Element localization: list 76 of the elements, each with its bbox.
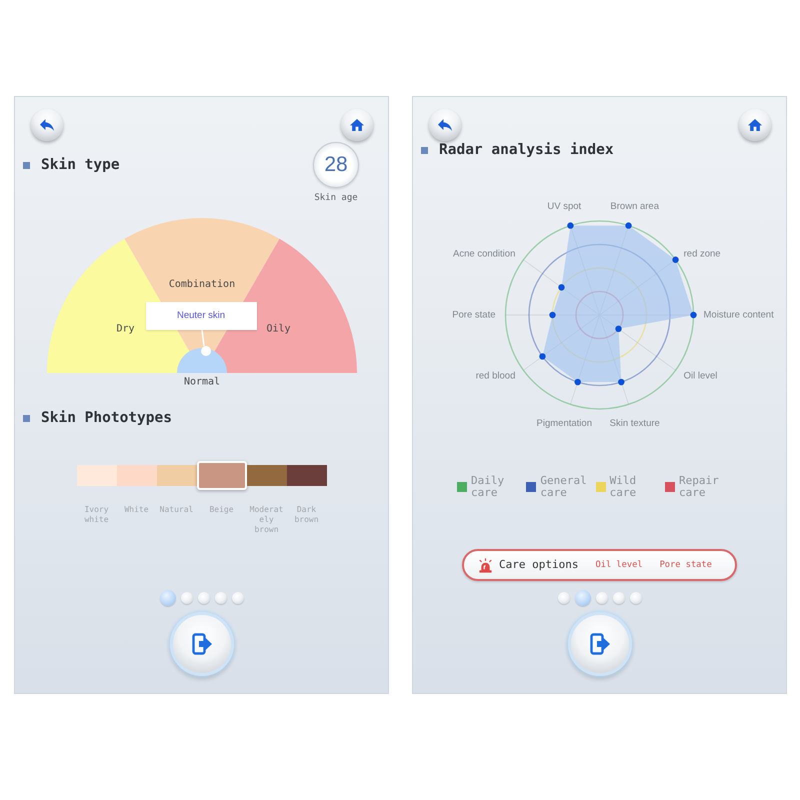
page-dot[interactable] — [180, 592, 192, 604]
radar-point — [615, 326, 622, 332]
result-callout: Neuter skin — [146, 302, 256, 330]
phone-arrow-icon — [192, 633, 212, 655]
reply-arrow-icon — [438, 119, 452, 131]
section-title: Radar analysis index — [439, 141, 614, 159]
exit-button[interactable] — [170, 612, 234, 676]
page-dot[interactable] — [574, 590, 590, 606]
axis-label: Moisture content — [704, 310, 774, 320]
radar-point — [539, 353, 546, 360]
swatch-label: Ivory white — [83, 505, 110, 525]
skin-swatch[interactable] — [116, 465, 156, 486]
legend-label: Repair care — [678, 475, 720, 499]
skin-swatch[interactable] — [76, 465, 116, 486]
radar-point — [690, 312, 697, 318]
legend-label: Wild care — [610, 475, 638, 499]
axis-label: red blood — [476, 370, 516, 382]
skin-swatch[interactable] — [156, 465, 196, 486]
bullet-icon — [23, 162, 30, 168]
bullet-icon — [421, 146, 428, 154]
swatch-label: Moderately brown — [248, 505, 284, 535]
swatch-label: Dark brown — [293, 505, 320, 525]
page-dot[interactable] — [198, 592, 210, 604]
reply-arrow-icon — [40, 119, 54, 131]
swatch-label: Beige — [208, 505, 235, 515]
skin-age-dial: 28 — [313, 142, 359, 188]
page-dot[interactable] — [630, 592, 642, 604]
home-icon — [748, 119, 762, 131]
skin-swatch[interactable] — [286, 465, 326, 486]
radar-point — [558, 284, 565, 291]
skin-swatch[interactable] — [246, 465, 286, 486]
skin-age-label: Skin age — [314, 192, 358, 204]
back-button[interactable] — [429, 109, 461, 141]
bullet-icon — [23, 414, 30, 422]
radar-point — [549, 312, 556, 318]
siren-icon — [478, 558, 493, 572]
axis-label: red zone — [684, 248, 721, 260]
care-item: Pore state — [660, 559, 712, 571]
radar-point — [574, 378, 581, 386]
pointer-icon — [200, 330, 210, 356]
axis-label: UV spot — [547, 201, 582, 212]
legend-label: General care — [540, 475, 588, 499]
page-dot[interactable] — [232, 592, 244, 604]
axis-label: Acne condition — [453, 248, 516, 260]
back-button[interactable] — [31, 109, 63, 141]
phone-arrow-icon — [590, 633, 610, 655]
axis-label: Oil level — [684, 370, 718, 382]
page-dot[interactable] — [160, 590, 176, 606]
page-dot[interactable] — [612, 592, 624, 604]
home-button[interactable] — [739, 109, 771, 141]
segment-label: Normal — [183, 376, 220, 388]
swatch-label: White — [123, 505, 150, 515]
exit-button[interactable] — [568, 612, 632, 676]
axis-label: Pore state — [452, 310, 496, 320]
swatch-label: Natural — [158, 505, 194, 515]
radar-point — [672, 256, 679, 263]
page-dot[interactable] — [596, 592, 608, 604]
axis-label: Pigmentation — [536, 418, 592, 429]
segment-label: Oily — [266, 323, 290, 334]
home-icon — [350, 119, 364, 131]
radar-point — [567, 222, 574, 229]
banner-title: Care options — [499, 558, 578, 572]
page-dot[interactable] — [558, 592, 570, 604]
axis-label: Brown area — [610, 201, 660, 212]
legend-label: Daily care — [471, 475, 506, 499]
home-button[interactable] — [341, 109, 373, 141]
section-title: Skin type — [41, 156, 120, 174]
segment-label: Dry — [116, 323, 134, 334]
radar-point — [625, 222, 632, 229]
section-title: Skin Phototypes — [41, 409, 172, 427]
skin-swatch[interactable] — [196, 461, 246, 490]
page-dot[interactable] — [214, 592, 226, 604]
segment-label: Combination — [168, 279, 235, 290]
axis-label: Skin texture — [610, 418, 660, 429]
radar-point — [618, 378, 624, 386]
care-item: Oil level — [595, 559, 643, 571]
